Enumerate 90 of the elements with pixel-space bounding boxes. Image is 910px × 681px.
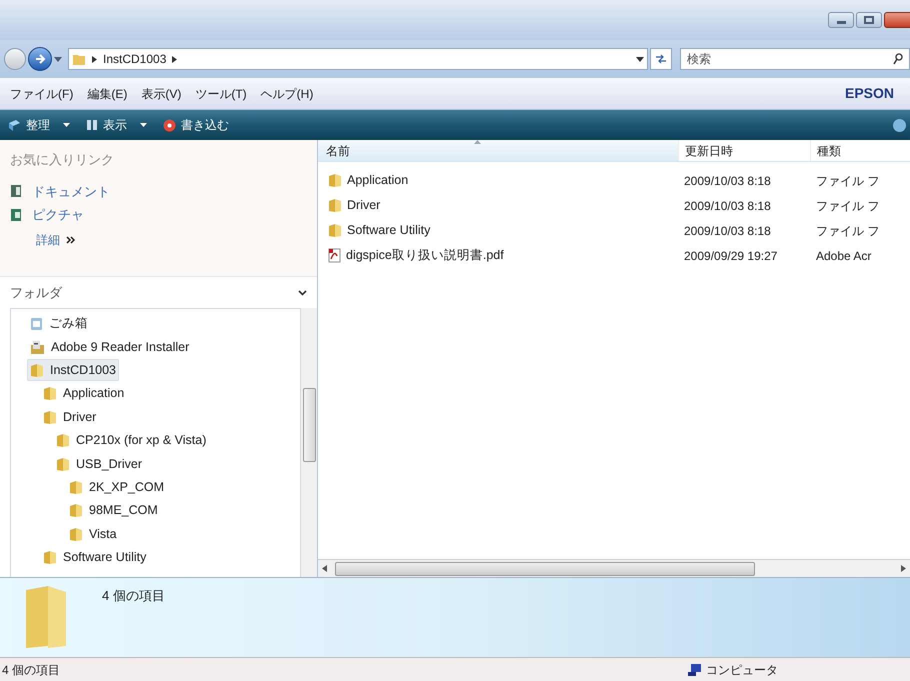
- more-link[interactable]: 詳細: [36, 230, 60, 248]
- tree-item[interactable]: Application: [40, 382, 128, 405]
- folder-icon: [72, 52, 86, 66]
- tree-item[interactable]: CP210x (for xp & Vista): [53, 430, 210, 452]
- dropdown-icon[interactable]: [636, 56, 644, 62]
- tree-item[interactable]: InstCD1003: [27, 359, 120, 382]
- pdf-file-icon: [328, 248, 341, 263]
- folder-icon: [69, 503, 83, 518]
- table-cell-text: 2009/10/03 8:18: [683, 198, 772, 214]
- scroll-left-icon[interactable]: [322, 565, 327, 572]
- double-chevron-icon: [66, 236, 75, 244]
- maximize-icon[interactable]: [856, 12, 882, 28]
- search-input: 検索: [687, 50, 893, 68]
- toolbar-button[interactable]: 表示: [86, 116, 147, 134]
- column-header[interactable]: 名前: [318, 140, 678, 161]
- refresh-icon: [655, 54, 667, 64]
- scroll-right-icon[interactable]: [901, 565, 906, 572]
- close-icon[interactable]: [884, 12, 910, 28]
- tree-item[interactable]: ごみ箱: [27, 312, 91, 335]
- refresh-button[interactable]: [650, 48, 672, 70]
- arrow-icon: [34, 53, 46, 65]
- vertical-scrollbar[interactable]: [300, 308, 317, 577]
- pictures-icon: [10, 208, 22, 222]
- folder-icon: [328, 198, 342, 213]
- disc-icon: [163, 118, 176, 132]
- item-count: 4 個の項目: [102, 587, 165, 605]
- minimize-icon[interactable]: [828, 12, 854, 28]
- folder-icon: [24, 584, 68, 650]
- favorite-link[interactable]: ドキュメント: [10, 182, 307, 201]
- chevron-icon: [92, 56, 97, 62]
- file-name[interactable]: Software Utility: [318, 221, 678, 240]
- caret-icon: [63, 123, 70, 127]
- favorite-link[interactable]: ピクチャ: [10, 205, 307, 224]
- recycle-bin-icon: [30, 316, 43, 332]
- folder-icon: [69, 526, 83, 542]
- menu-item[interactable]: 編集(E): [87, 84, 128, 102]
- address-field[interactable]: InstCD1003: [68, 48, 648, 70]
- folder-icon: [43, 386, 57, 402]
- views-icon: [86, 119, 98, 131]
- horizontal-scrollbar[interactable]: [318, 559, 910, 577]
- computer-icon: [688, 663, 702, 676]
- menu-item[interactable]: ファイル(F): [10, 84, 74, 102]
- help-icon[interactable]: [893, 118, 906, 132]
- organize-icon: [8, 118, 21, 132]
- column-header[interactable]: 更新日時: [678, 140, 810, 161]
- menu-item[interactable]: 表示(V): [141, 84, 182, 102]
- file-name[interactable]: digspice取り扱い説明書.pdf: [318, 246, 678, 265]
- brand-text: EPSON: [844, 84, 894, 103]
- tree-item[interactable]: 2K_XP_COM: [66, 476, 168, 498]
- menu-item[interactable]: ヘルプ(H): [260, 84, 314, 102]
- folder-icon: [56, 433, 70, 448]
- search-icon[interactable]: [893, 53, 903, 65]
- tree-item[interactable]: Software Utility: [40, 546, 150, 569]
- folder-icon: [328, 173, 342, 188]
- table-cell-text: Adobe Acr: [815, 248, 872, 264]
- toolbar-button[interactable]: 整理: [8, 116, 70, 134]
- folder-icon: [43, 410, 57, 425]
- installer-icon: [30, 340, 45, 355]
- tree-item[interactable]: Adobe 9 Reader Installer: [27, 336, 192, 358]
- tree-item[interactable]: Driver: [40, 406, 100, 428]
- folder-icon: [56, 456, 70, 472]
- forward-button[interactable]: [28, 47, 52, 71]
- address-text[interactable]: InstCD1003: [103, 50, 166, 68]
- table-cell-text: 2009/10/03 8:18: [683, 222, 772, 240]
- tree-item[interactable]: 98ME_COM: [66, 500, 161, 522]
- folder-icon: [43, 550, 57, 566]
- folder-icon: [69, 480, 83, 495]
- file-name[interactable]: Application: [318, 171, 678, 190]
- section-title: お気に入りリンク: [10, 151, 115, 169]
- toolbar-button[interactable]: 書き込む: [163, 116, 229, 134]
- table-cell-text: 2009/09/29 19:27: [683, 248, 778, 264]
- menu-item[interactable]: ツール(T): [195, 84, 247, 102]
- tree-item[interactable]: USB_Driver: [53, 453, 145, 476]
- status-text: コンピュータ: [706, 662, 778, 678]
- file-name[interactable]: Driver: [318, 196, 678, 215]
- chevron-icon: [172, 56, 178, 62]
- table-cell-text: 2009/10/03 8:18: [683, 172, 772, 190]
- collapse-icon[interactable]: [298, 290, 307, 296]
- table-cell-text: ファイル フ: [815, 198, 880, 214]
- status-text: 4 個の項目: [2, 662, 62, 678]
- caret-icon: [140, 123, 147, 127]
- table-cell-text: ファイル フ: [815, 222, 880, 240]
- section-title: フォルダ: [10, 284, 62, 302]
- documents-icon: [10, 184, 22, 198]
- column-header[interactable]: 種類: [810, 140, 910, 161]
- folder-icon: [328, 223, 342, 238]
- folder-icon: [30, 362, 44, 378]
- tree-item[interactable]: Vista: [66, 523, 120, 546]
- search-field[interactable]: 検索: [680, 48, 910, 70]
- table-cell-text: ファイル フ: [815, 172, 880, 190]
